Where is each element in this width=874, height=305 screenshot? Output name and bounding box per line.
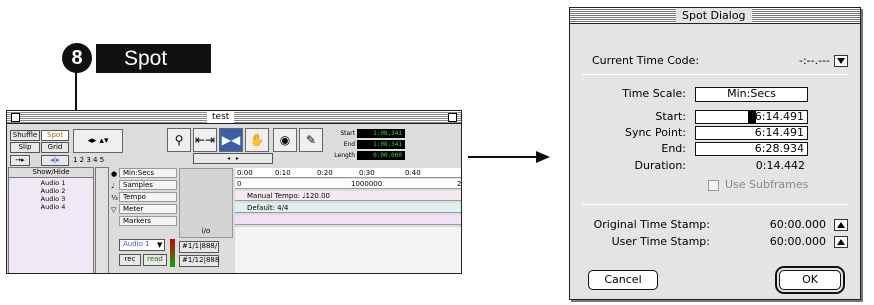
start-label: Start: (655, 110, 686, 123)
show-hide-panel: Show/Hide Audio 1 Audio 2 Audio 3 Audio … (8, 167, 95, 273)
io-column: i/o (179, 168, 233, 238)
zoom-controls-icon[interactable]: ◂▸ ▴▾ (73, 129, 123, 153)
zoom-box-icon[interactable] (448, 113, 457, 122)
spot-dialog-title: Spot Dialog (676, 8, 752, 23)
duration-label: Duration: (634, 159, 686, 172)
duration-value: 0:14.442 (755, 159, 805, 172)
original-time-stamp-value: 60:00.000 (769, 218, 826, 231)
zoomer-tool-icon[interactable]: ⚲ (167, 128, 191, 152)
cancel-button[interactable]: Cancel (588, 270, 658, 290)
slip-mode-button[interactable]: Slip (10, 142, 40, 153)
nudge-arrow-icon[interactable]: →▸ (10, 155, 30, 166)
spot-mode-button[interactable]: Spot (41, 130, 69, 141)
trimmer-tool-icon[interactable]: ⇤⇥ (193, 128, 217, 152)
track-list-item-audio-1[interactable]: Audio 1 (11, 180, 95, 187)
minsecs-ruler[interactable]: 0:00 0:10 0:20 0:30 0:40 (235, 168, 461, 178)
tempo-ruler[interactable]: Manual Tempo: ♩120.00 (235, 191, 461, 201)
ruler-markers-label[interactable]: Markers (119, 216, 177, 226)
track-input-selector[interactable]: #1/1|888/ (179, 241, 219, 253)
use-subframes-checkbox[interactable] (708, 180, 719, 191)
track-output-selector[interactable]: #1/12|888 (179, 255, 219, 267)
end-input[interactable]: 6:28.934 (695, 142, 808, 156)
shuffle-mode-button[interactable]: Shuffle (10, 130, 40, 141)
time-scale-select[interactable]: Min:Secs (695, 87, 808, 102)
track-list-item-audio-4[interactable]: Audio 4 (11, 204, 95, 211)
time-scale-label: Time Scale: (622, 87, 686, 100)
sync-point-label: Sync Point: (624, 126, 686, 139)
text-cursor-selection (748, 111, 756, 123)
pencil-tool-icon[interactable]: ✎ (299, 128, 323, 152)
samples-ruler[interactable]: 0 1000000 20 (235, 179, 462, 189)
callout-number: 8 (62, 43, 92, 73)
start-counter-label: Start (340, 130, 355, 137)
tempo-text: Manual Tempo: ♩120.00 (247, 192, 330, 200)
ruler-toggle-column (95, 167, 109, 273)
ok-button[interactable]: OK (775, 266, 845, 294)
grabber-tool-icon[interactable]: ✋ (245, 128, 269, 152)
ruler-tempo-label[interactable]: Tempo (119, 192, 177, 202)
start-counter-value[interactable]: 1:08.341 (357, 129, 405, 138)
ruler-samples-label[interactable]: Samples (119, 180, 177, 190)
user-time-stamp-value: 60:00.000 (769, 235, 826, 248)
track-playlist-area[interactable] (235, 227, 461, 273)
callout-label: Spot (96, 44, 211, 73)
grid-value-display[interactable]: 1 2 3 4 5 (73, 156, 104, 164)
spot-dialog: Spot Dialog Current Time Code: -:--.--- … (569, 7, 861, 300)
current-time-code-label: Current Time Code: (592, 54, 700, 67)
ruler-minsecs-label[interactable]: Min:Secs (119, 168, 177, 178)
track-level-meter (170, 239, 175, 267)
ruler-meter-label[interactable]: Meter (119, 204, 177, 214)
user-time-stamp-up-arrow-icon[interactable] (834, 236, 848, 248)
timeline-tick: 0:10 (275, 169, 291, 177)
show-hide-header[interactable]: Show/Hide (9, 168, 93, 178)
track-list-item-audio-3[interactable]: Audio 3 (11, 196, 95, 203)
samples-tick: 1000000 (351, 180, 383, 188)
meter-text: Default: 4/4 (247, 204, 289, 212)
edit-window-title: test (207, 111, 235, 123)
length-counter-label: Length (334, 152, 355, 159)
ruler-icons: ● ♩ ⅓ ▽ (111, 170, 118, 214)
current-time-code-dropdown-icon[interactable] (834, 55, 848, 67)
use-subframes-label: Use Subframes (725, 178, 809, 191)
timeline-tick: 0:20 (317, 169, 333, 177)
scrubber-tool-icon[interactable]: ◉ (273, 128, 297, 152)
close-box-icon[interactable] (11, 113, 20, 122)
track-menu-chevron-icon[interactable]: ▼ (157, 241, 162, 249)
original-time-stamp-label: Original Time Stamp: (593, 218, 710, 231)
spot-dialog-titlebar[interactable]: Spot Dialog (570, 8, 860, 24)
edit-window-titlebar[interactable]: test (7, 111, 461, 124)
original-time-stamp-up-arrow-icon[interactable] (834, 219, 848, 231)
automation-mode-button[interactable]: read (143, 254, 167, 266)
end-label: End: (661, 142, 686, 155)
samples-tick: 20 (457, 180, 462, 188)
length-counter-value[interactable]: 0:00.000 (357, 151, 405, 160)
end-counter-value[interactable]: 1:08.341 (357, 140, 405, 149)
current-time-code-value: -:--.--- (798, 54, 830, 67)
samples-tick: 0 (237, 180, 242, 188)
pointer-arrow-line (468, 156, 536, 158)
track-list-item-audio-2[interactable]: Audio 2 (11, 188, 95, 195)
record-enable-button[interactable]: rec (119, 254, 141, 266)
user-time-stamp-label: User Time Stamp: (611, 235, 710, 248)
selector-tool-icon[interactable]: ▶◀ (219, 128, 243, 152)
timeline-tick: 0:40 (405, 169, 421, 177)
io-label: i/o (201, 227, 211, 235)
timeline-tick: 0:30 (359, 169, 375, 177)
grid-mode-button[interactable]: Grid (41, 142, 69, 153)
tab-to-transient-bar[interactable]: ◂ ▸ (193, 153, 273, 164)
divider (582, 74, 848, 75)
timeline-tick: 0:00 (237, 169, 253, 177)
edit-window: test Shuffle Spot Slip Grid →▸ ◂|▸ 1 2 3… (6, 110, 462, 274)
end-counter-label: End (343, 141, 355, 148)
grid-nudge-icon[interactable]: ◂|▸ (41, 155, 69, 166)
sync-point-input[interactable]: 6:14.491 (695, 126, 808, 140)
divider (582, 204, 848, 205)
pointer-arrow-icon (536, 151, 550, 163)
meter-ruler[interactable]: Default: 4/4 (235, 203, 461, 213)
markers-ruler[interactable] (235, 215, 461, 225)
